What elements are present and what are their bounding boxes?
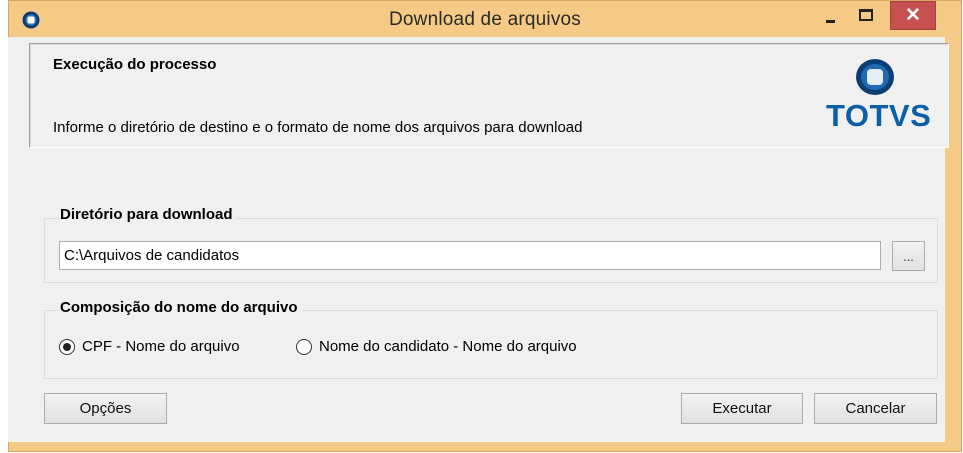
options-button[interactable]: Opções [44,393,167,424]
filename-group-label: Composição do nome do arquivo [60,299,302,316]
execute-button[interactable]: Executar [681,393,803,424]
maximize-icon[interactable] [850,1,880,31]
radio-unselected-icon[interactable] [296,338,312,355]
directory-path-input[interactable] [59,241,881,270]
radio-cpf-label: CPF - Nome do arquivo [82,338,240,355]
directory-group-label: Diretório para download [60,206,237,223]
browse-button[interactable]: ... [892,241,925,271]
close-icon[interactable]: ✕ [890,1,936,30]
process-header-panel: Execução do processo Informe o diretório… [29,43,949,148]
totvs-logo-text: TOTVS [826,98,932,133]
radio-candidate-name[interactable]: Nome do candidato - Nome do arquivo [296,338,577,355]
totvs-logo-icon [856,59,894,95]
process-title: Execução do processo [53,56,217,73]
title-bar[interactable]: Download de arquivos ✕ [9,1,961,37]
radio-selected-icon[interactable] [59,338,75,355]
radio-candidate-name-label: Nome do candidato - Nome do arquivo [319,338,577,355]
cancel-button[interactable]: Cancelar [814,393,937,424]
minimize-icon[interactable] [816,1,846,31]
process-description: Informe o diretório de destino e o forma… [53,119,583,136]
close-glyph: ✕ [905,5,921,26]
radio-cpf[interactable]: CPF - Nome do arquivo [59,338,240,355]
